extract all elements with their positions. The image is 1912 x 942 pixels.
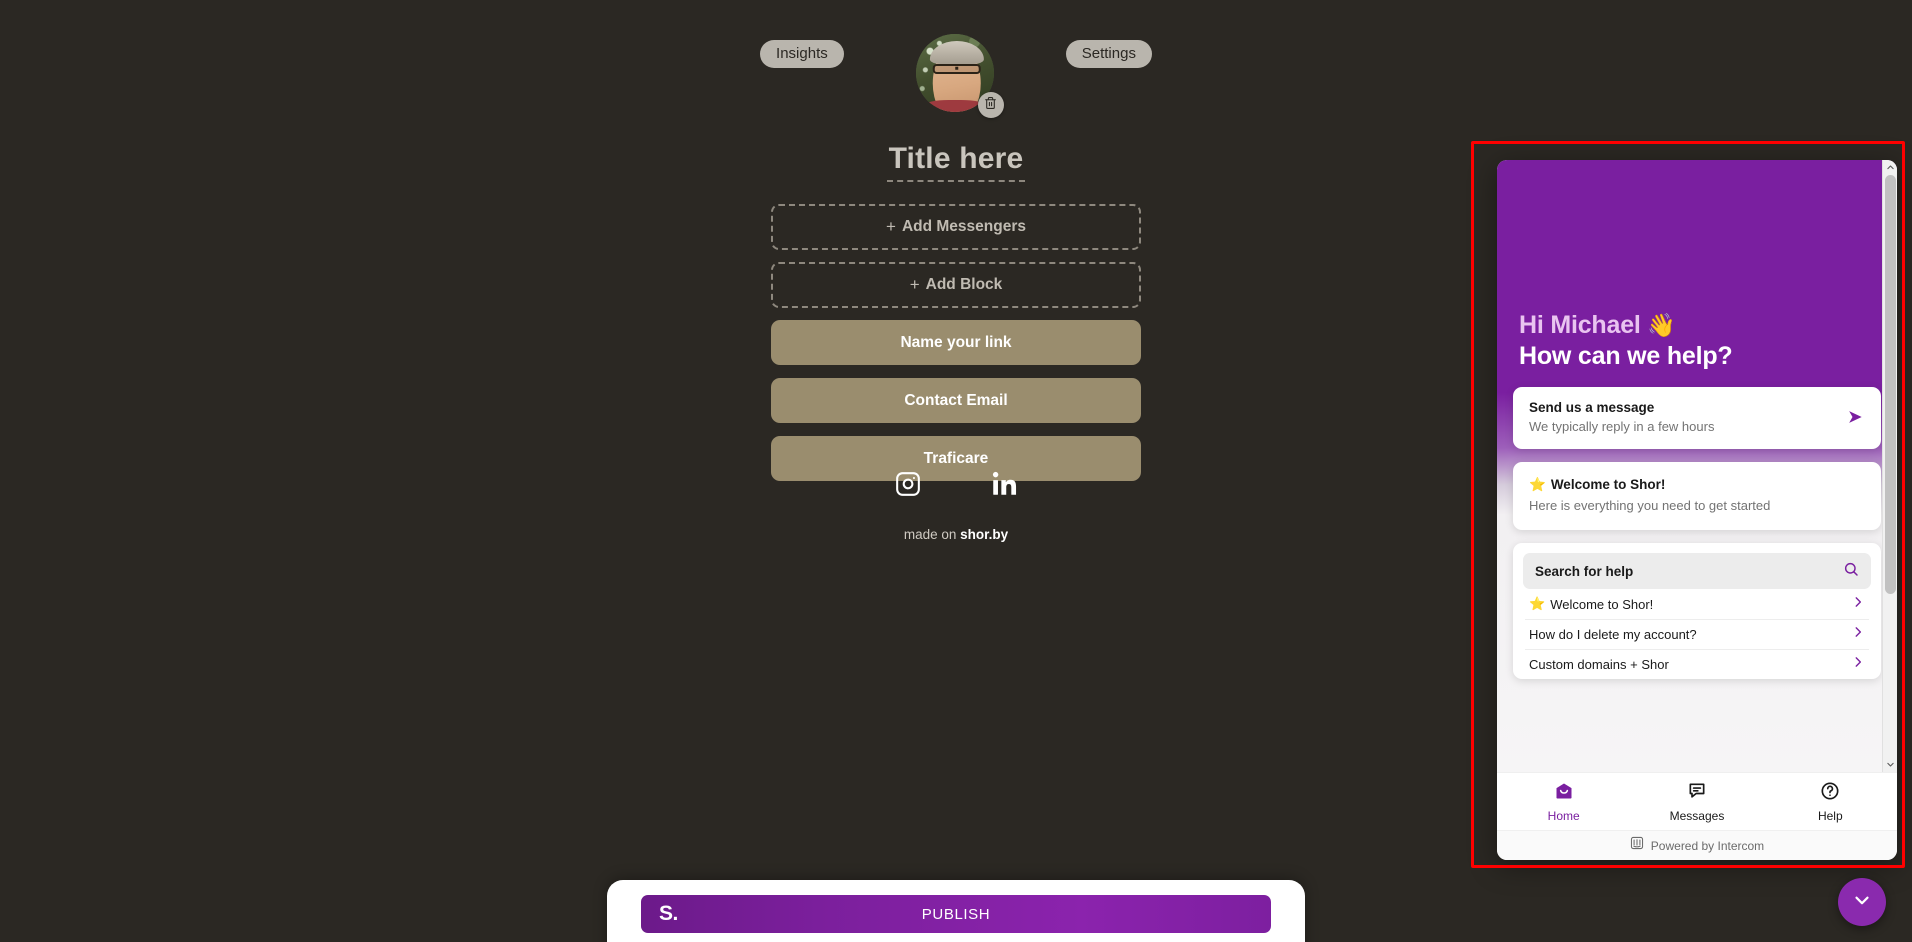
search-input[interactable]: Search for help [1523, 553, 1871, 589]
scrollbar-track[interactable] [1883, 175, 1898, 757]
help-article-text: Custom domains + Shor [1529, 657, 1669, 672]
add-messengers-button[interactable]: + Add Messengers [771, 204, 1141, 250]
avatar-glasses [932, 63, 981, 74]
intercom-scrollbar[interactable] [1882, 160, 1897, 772]
avatar-shirt [923, 99, 986, 112]
chevron-right-icon [1851, 595, 1865, 614]
send-message-title: Send us a message [1529, 400, 1655, 415]
help-article-2[interactable]: Custom domains + Shor [1525, 649, 1869, 679]
intercom-header: Hi Michael 👋 How can we help? [1497, 160, 1897, 387]
search-icon [1843, 561, 1859, 582]
help-article-0[interactable]: ⭐ Welcome to Shor! [1525, 589, 1869, 619]
nav-tab-home-label: Home [1547, 808, 1580, 823]
star-icon: ⭐ [1529, 477, 1546, 492]
add-block-button[interactable]: + Add Block [771, 262, 1141, 308]
send-message-text: Send us a message We typically reply in … [1529, 400, 1714, 434]
intercom-bottom-nav: Home Messages Help [1497, 772, 1897, 830]
scroll-down-button[interactable] [1882, 757, 1897, 772]
welcome-card-title: ⭐ Welcome to Shor! [1529, 477, 1865, 493]
chevron-right-icon [1851, 625, 1865, 644]
delete-avatar-button[interactable] [977, 92, 1004, 118]
nav-tab-help-label: Help [1817, 808, 1843, 823]
insights-button[interactable]: Insights [760, 40, 844, 68]
made-on-brand: shor.by [960, 527, 1009, 542]
plus-icon: + [909, 275, 920, 294]
link-button-1[interactable]: Contact Email [771, 378, 1141, 423]
publish-bar: S. PUBLISH [607, 880, 1305, 942]
trash-icon [984, 96, 997, 115]
page-title-underline [887, 180, 1025, 182]
send-us-a-message-card[interactable]: Send us a message We typically reply in … [1513, 387, 1881, 449]
help-center-card: Search for help ⭐ Welcome to Shor! How d… [1513, 543, 1881, 679]
intercom-greeting-line2: How can we help? [1519, 341, 1733, 370]
messages-icon [1687, 781, 1707, 806]
avatar-container [915, 34, 1004, 118]
help-article-label: Custom domains + Shor [1529, 657, 1669, 672]
scrollbar-thumb[interactable] [1884, 175, 1896, 595]
welcome-card-title-text: Welcome to Shor! [1550, 477, 1666, 492]
nav-tab-messages[interactable]: Messages [1630, 781, 1763, 823]
plus-icon: + [886, 217, 896, 236]
editor-top-row: Insights Settings [0, 34, 1912, 118]
intercom-scroll-area: Hi Michael 👋 How can we help? Send us a … [1497, 160, 1897, 772]
chevron-right-icon [1851, 655, 1865, 674]
made-on-prefix: made on [903, 527, 961, 542]
welcome-to-shor-card[interactable]: ⭐ Welcome to Shor! Here is everything you… [1513, 462, 1881, 530]
chevron-down-icon [1851, 889, 1873, 916]
intercom-logo-icon [1630, 836, 1644, 855]
search-placeholder: Search for help [1535, 563, 1634, 579]
publish-label: PUBLISH [921, 905, 991, 923]
linkedin-icon[interactable] [991, 470, 1018, 497]
powered-by-text: Powered by Intercom [1650, 838, 1765, 853]
scroll-up-button[interactable] [1882, 160, 1897, 175]
send-message-subtitle: We typically reply in a few hours [1529, 419, 1715, 434]
editor-blocks: + Add Messengers + Add Block Name your l… [771, 204, 1141, 481]
intercom-cards: Send us a message We typically reply in … [1497, 387, 1897, 679]
intercom-launcher-button[interactable] [1838, 878, 1886, 926]
help-article-1[interactable]: How do I delete my account? [1525, 619, 1869, 649]
nav-tab-messages-label: Messages [1669, 808, 1725, 823]
nav-tab-home[interactable]: Home [1497, 781, 1630, 823]
welcome-card-subtitle: Here is everything you need to get start… [1529, 498, 1771, 513]
powered-by-intercom[interactable]: Powered by Intercom [1497, 830, 1897, 860]
home-icon [1554, 781, 1574, 806]
greeting-name: Hi Michael [1519, 311, 1648, 339]
app-root: Insights Settings Title here + Add Messe… [0, 0, 1912, 942]
intercom-messenger: Hi Michael 👋 How can we help? Send us a … [1497, 160, 1897, 860]
publish-button[interactable]: S. PUBLISH [641, 895, 1271, 933]
settings-button[interactable]: Settings [1065, 40, 1152, 68]
help-article-text: How do I delete my account? [1529, 627, 1697, 642]
wave-icon: 👋 [1647, 312, 1676, 338]
intercom-greeting-line1: Hi Michael 👋 [1519, 310, 1875, 341]
add-messengers-label: Add Messengers [901, 218, 1026, 235]
send-icon[interactable] [1845, 407, 1865, 427]
instagram-icon[interactable] [895, 471, 921, 497]
help-article-label: ⭐ Welcome to Shor! [1529, 596, 1653, 612]
help-article-label: How do I delete my account? [1529, 627, 1697, 642]
help-article-text: Welcome to Shor! [1550, 596, 1654, 612]
help-icon [1820, 781, 1840, 806]
add-block-label: Add Block [925, 276, 1003, 293]
link-button-0[interactable]: Name your link [771, 320, 1141, 365]
social-icons-row [846, 470, 1066, 497]
star-icon: ⭐ [1529, 596, 1546, 611]
nav-tab-help[interactable]: Help [1764, 781, 1897, 823]
